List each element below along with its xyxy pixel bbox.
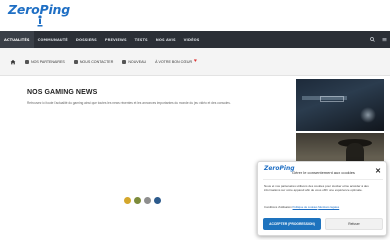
search-icon[interactable] bbox=[366, 31, 378, 48]
thumbnail-detail bbox=[320, 96, 344, 102]
dialog-body: Nous et nos partenaires utilisons des co… bbox=[264, 184, 369, 193]
article-thumbnail[interactable] bbox=[296, 79, 384, 131]
subnav-nouveau[interactable]: NOUVEAU bbox=[122, 59, 147, 64]
mascot-icon bbox=[37, 15, 43, 27]
dialog-links: Conditions d'utilisation Politique de co… bbox=[264, 205, 339, 209]
heart-icon: ♥ bbox=[194, 58, 198, 64]
subnav-contact-label: NOUS CONTACTER bbox=[79, 59, 114, 64]
thumbnail-detail bbox=[360, 107, 376, 123]
subnav-partenaires-label: NOS PARTENAIRES bbox=[31, 59, 65, 64]
nav-item-tests[interactable]: TESTS bbox=[131, 31, 152, 48]
legal-notice-link[interactable]: Mentions légales bbox=[318, 205, 339, 209]
star-icon bbox=[122, 59, 127, 64]
loading-dot bbox=[144, 197, 151, 204]
dialog-title: Gérer le consentement aux cookies bbox=[292, 170, 355, 175]
page-title: NOS GAMING NEWS bbox=[27, 89, 98, 96]
mail-icon bbox=[73, 59, 78, 64]
site-logo[interactable]: ZeroPing bbox=[8, 1, 78, 27]
home-icon[interactable] bbox=[10, 59, 16, 65]
cookie-policy-link[interactable]: Politique de cookies bbox=[293, 205, 318, 209]
nav-item-videos[interactable]: VIDÉOS bbox=[180, 31, 204, 48]
nav-item-nos-avis[interactable]: NOS AVIS bbox=[152, 31, 180, 48]
nav-item-previews[interactable]: PREVIEWS bbox=[101, 31, 131, 48]
dialog-logo: ZeroPing bbox=[264, 165, 295, 172]
nav-item-communaute[interactable]: COMMUNAUTÉ bbox=[34, 31, 72, 48]
terms-label[interactable]: Conditions d'utilisation bbox=[264, 205, 292, 209]
loading-dot bbox=[134, 197, 141, 204]
cookie-consent-dialog: ZeroPing Gérer le consentement aux cooki… bbox=[257, 161, 387, 236]
loading-indicator bbox=[124, 197, 161, 204]
loading-dot bbox=[154, 197, 161, 204]
close-icon[interactable]: ✕ bbox=[375, 168, 381, 175]
nav-item-dossiers[interactable]: DOSSIERS bbox=[72, 31, 101, 48]
page-description: Retrouvez ici toute l'actualité du gamin… bbox=[27, 101, 231, 105]
subnav-contact[interactable]: NOUS CONTACTER bbox=[73, 59, 114, 64]
divider bbox=[263, 179, 383, 180]
refuse-button[interactable]: Refuser bbox=[325, 218, 383, 230]
subnav-don[interactable]: À VOTRE BON CŒUR ♥ bbox=[155, 59, 197, 64]
accept-button[interactable]: ACCEPTER (PROGRESSION) bbox=[263, 218, 321, 230]
menu-icon[interactable] bbox=[378, 31, 390, 48]
nav-item-actualites[interactable]: ACTUALITÉS bbox=[0, 31, 34, 48]
subnav-nouveau-label: NOUVEAU bbox=[128, 59, 147, 64]
main-nav: ACTUALITÉS COMMUNAUTÉ DOSSIERS PREVIEWS … bbox=[0, 31, 390, 48]
subnav-don-label: À VOTRE BON CŒUR bbox=[155, 59, 193, 64]
loading-dot bbox=[124, 197, 131, 204]
secondary-nav: NOS PARTENAIRES NOUS CONTACTER NOUVEAU À… bbox=[0, 48, 390, 76]
handshake-icon bbox=[25, 59, 29, 64]
subnav-partenaires[interactable]: NOS PARTENAIRES bbox=[25, 59, 65, 64]
